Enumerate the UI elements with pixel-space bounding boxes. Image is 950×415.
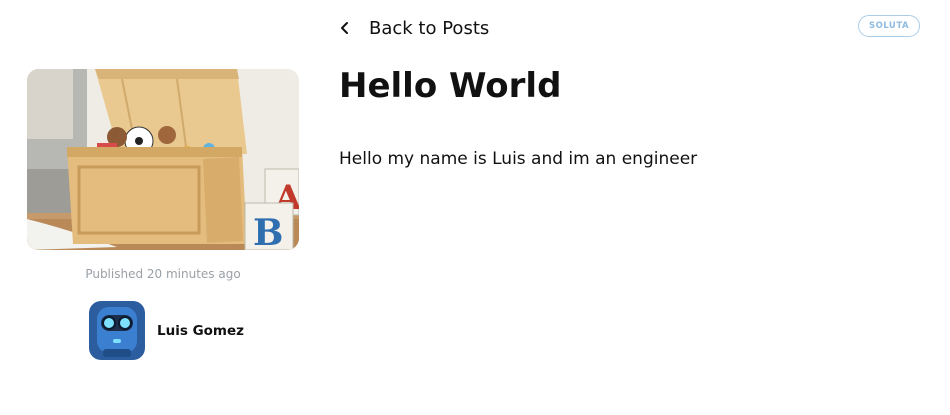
back-to-posts-link[interactable]: Back to Posts bbox=[339, 14, 489, 42]
post-title: Hello World bbox=[339, 66, 562, 106]
chevron-left-icon bbox=[339, 14, 361, 42]
soluta-badge[interactable]: SOLUTA bbox=[858, 15, 920, 37]
post-body: Hello my name is Luis and im an engineer bbox=[339, 149, 698, 169]
svg-text:B: B bbox=[253, 212, 283, 250]
robot-avatar bbox=[89, 301, 145, 360]
post-hero-image: A B bbox=[27, 69, 299, 250]
post-page: Back to Posts SOLUTA A B Published 20 mi… bbox=[0, 0, 950, 415]
author-name: Luis Gomez bbox=[157, 322, 245, 339]
back-to-posts-label: Back to Posts bbox=[369, 17, 490, 39]
published-time: Published 20 minutes ago bbox=[85, 267, 241, 281]
author-profile[interactable]: Luis Gomez bbox=[89, 301, 244, 360]
